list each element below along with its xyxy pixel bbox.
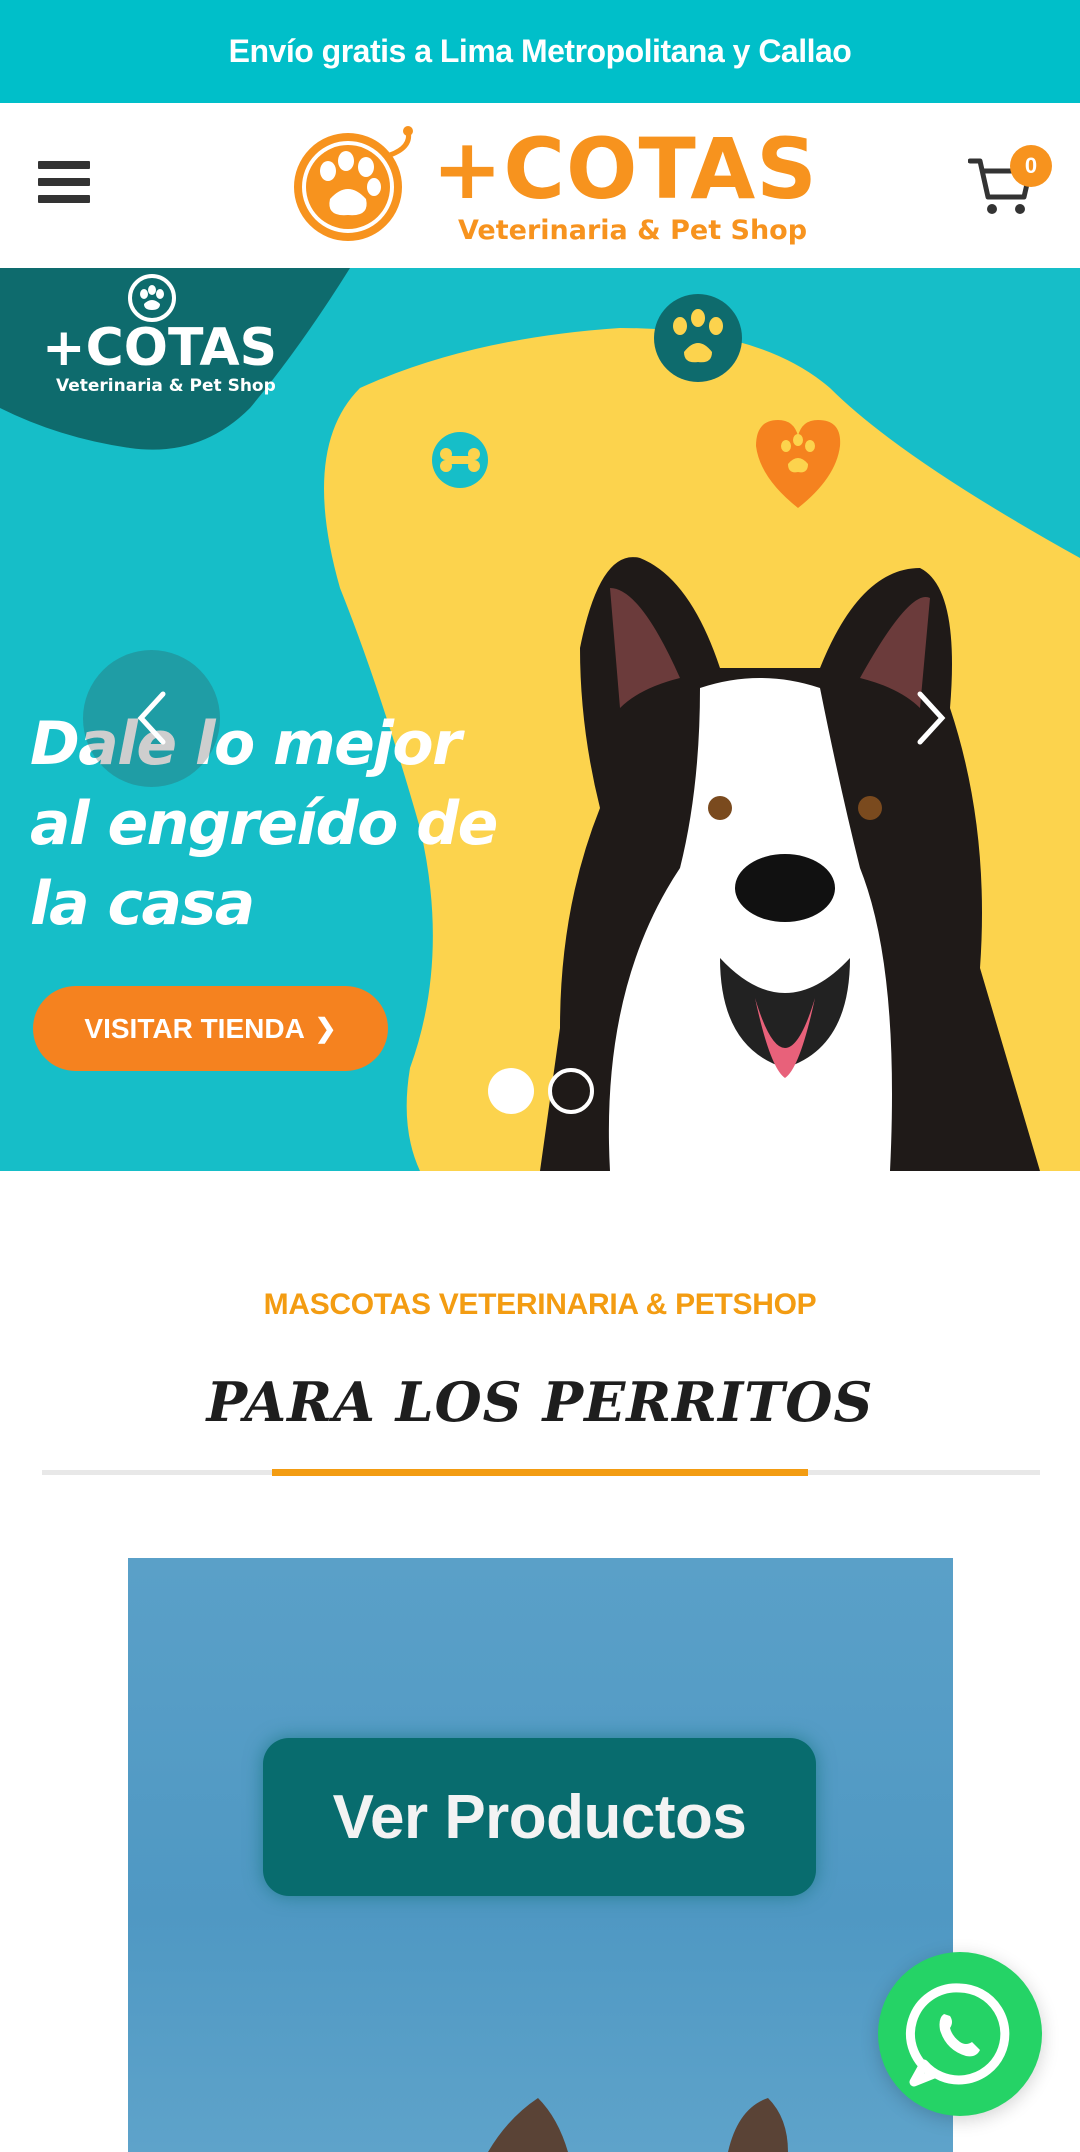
section-eyebrow: MASCOTAS VETERINARIA & PETSHOP [263, 1288, 817, 1321]
logo-subtitle: Veterinaria & Pet Shop [458, 215, 808, 246]
chevron-left-icon [137, 691, 166, 745]
bone-icon [432, 432, 488, 488]
logo-title: +COTAS [432, 120, 818, 218]
cart-count-badge: 0 [1010, 145, 1052, 187]
hero-headline-line: la casa [30, 869, 255, 939]
chevron-right-small-icon: ❯ [314, 1013, 337, 1043]
visit-store-label: VISITAR TIENDA [84, 1012, 305, 1044]
section-divider-accent [272, 1469, 808, 1476]
visit-store-button[interactable]: VISITAR TIENDA ❯ [33, 986, 388, 1071]
promo-banner[interactable]: Ver Productos [128, 1558, 953, 2152]
announcement-bar: Envío gratis a Lima Metropolitana y Call… [0, 0, 1080, 103]
slider-next-button[interactable] [900, 668, 960, 768]
view-products-button[interactable]: Ver Productos [263, 1738, 816, 1896]
hero-logo-title: +COTAS [42, 318, 278, 378]
hero-logo-subtitle: Veterinaria & Pet Shop [56, 376, 276, 396]
site-logo[interactable]: +COTAS Veterinaria & Pet Shop [290, 125, 817, 249]
logo-paw-stethoscope-icon [294, 126, 413, 241]
paw-icon [654, 294, 742, 382]
slider-dot-1[interactable] [488, 1068, 534, 1114]
menu-icon[interactable] [38, 161, 90, 205]
chevron-right-icon [917, 691, 946, 745]
whatsapp-icon [905, 1983, 1010, 2087]
hero-slider: +COTAS Veterinaria & Pet Shop Dale lo me… [0, 268, 1080, 1171]
view-products-label: Ver Productos [332, 1782, 747, 1852]
slider-dot-2[interactable] [548, 1068, 594, 1114]
slider-prev-button[interactable] [83, 650, 220, 787]
site-header: +COTAS Veterinaria & Pet Shop [0, 103, 1080, 268]
page: Envío gratis a Lima Metropolitana y Call… [0, 0, 1080, 2152]
announcement-text: Envío gratis a Lima Metropolitana y Call… [228, 33, 852, 69]
hero-headline-line: al engreído de [30, 789, 498, 859]
section-title: PARA LOS PERRITOS [206, 1370, 874, 1434]
whatsapp-button[interactable] [878, 1952, 1042, 2116]
